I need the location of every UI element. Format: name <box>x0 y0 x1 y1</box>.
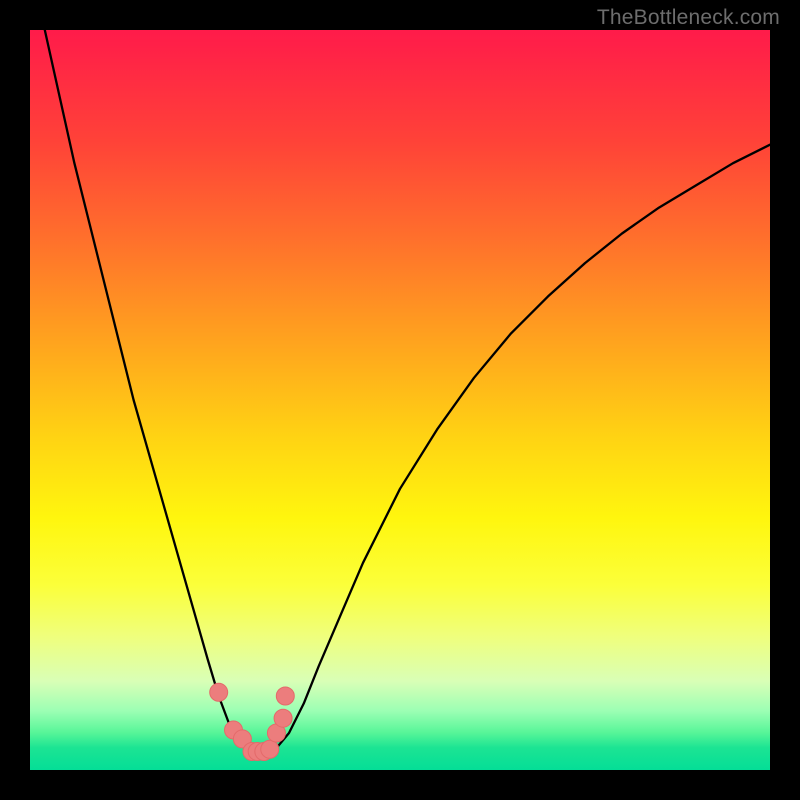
marker-point <box>276 687 294 705</box>
plot-area <box>30 30 770 770</box>
marker-point <box>274 709 292 727</box>
watermark-text: TheBottleneck.com <box>597 6 780 30</box>
highlight-markers <box>210 683 295 760</box>
chart-frame: TheBottleneck.com <box>0 0 800 800</box>
chart-svg <box>30 30 770 770</box>
marker-point <box>261 740 279 758</box>
bottleneck-curve <box>30 30 770 754</box>
marker-point <box>210 683 228 701</box>
